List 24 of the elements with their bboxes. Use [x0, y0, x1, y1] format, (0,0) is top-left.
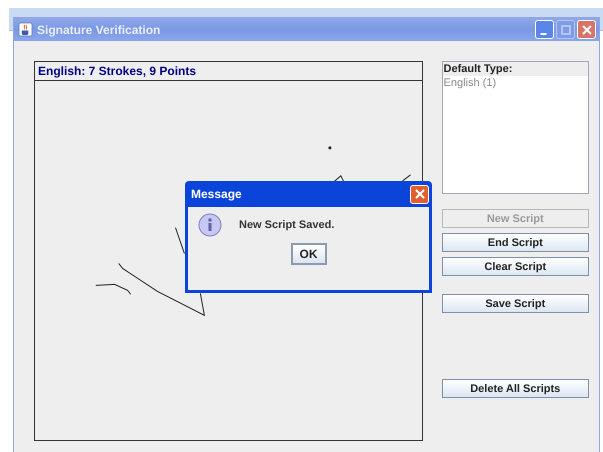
- close-icon: [582, 24, 592, 34]
- pen-dot: [328, 146, 332, 150]
- pen-stroke: [402, 174, 412, 182]
- close-button[interactable]: [410, 184, 429, 204]
- action-button[interactable]: Save Script: [442, 294, 589, 313]
- dialog-message: New Script Saved.: [239, 219, 334, 231]
- list-heading: Default Type:: [442, 62, 588, 76]
- stroke-count-header: English: 7 Strokes, 9 Points: [35, 62, 422, 81]
- minimize-icon: [540, 32, 546, 34]
- cup-icon: [18, 22, 33, 37]
- dialog-title: Message: [191, 187, 243, 201]
- action-button[interactable]: End Script: [442, 233, 589, 252]
- pen-stroke: [333, 175, 344, 182]
- action-button[interactable]: Clear Script: [442, 257, 589, 276]
- maximize-icon: [560, 24, 570, 34]
- close-button[interactable]: [577, 20, 596, 39]
- pen-stroke: [174, 227, 185, 254]
- ok-button[interactable]: OK: [290, 243, 326, 265]
- window-title: Signature Verification: [37, 22, 162, 36]
- maximize-button[interactable]: [556, 20, 575, 39]
- action-button[interactable]: Delete All Scripts: [442, 379, 589, 398]
- info-icon: [198, 213, 222, 237]
- close-icon: [414, 189, 424, 199]
- minimize-button[interactable]: [535, 20, 554, 39]
